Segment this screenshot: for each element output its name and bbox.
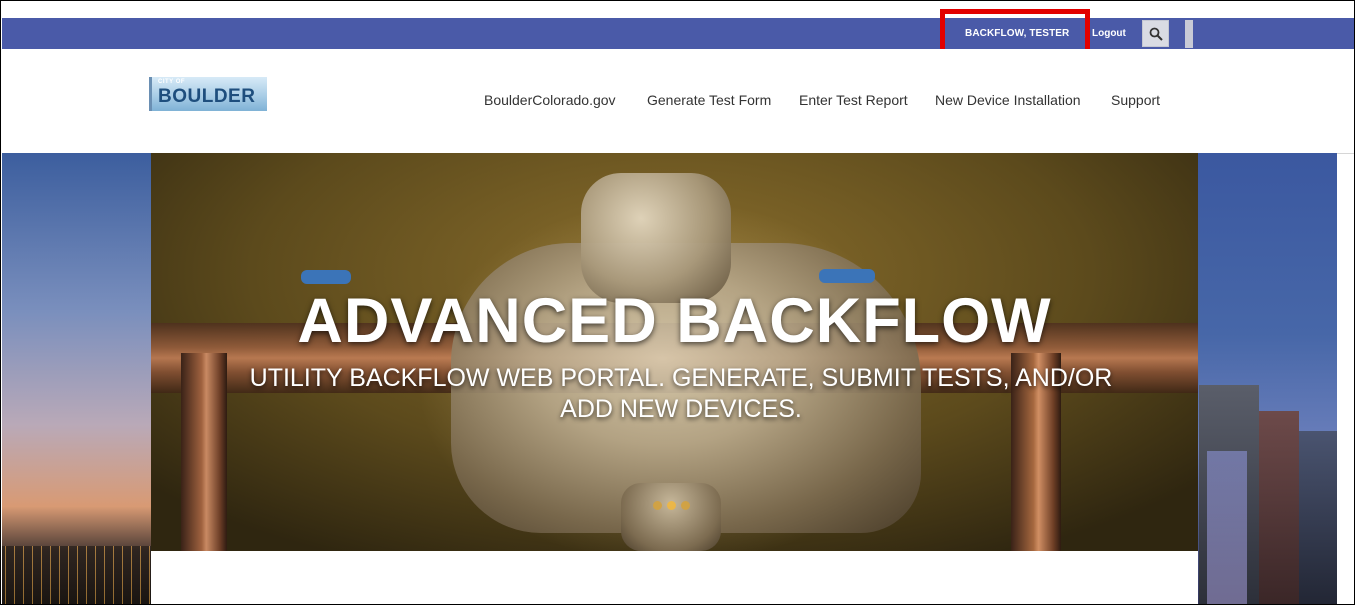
search-button[interactable] (1142, 20, 1169, 47)
nav-new-device-installation[interactable]: New Device Installation (935, 92, 1081, 108)
logo-city-of-text: CITY OF (158, 79, 186, 85)
background-building (1299, 431, 1337, 604)
nav-bouldercolorado-gov[interactable]: BoulderColorado.gov (484, 92, 616, 108)
hero-image-valve-handle (819, 269, 875, 283)
hero-image-pipe (181, 353, 227, 551)
carousel-indicators (653, 501, 690, 510)
nav-enter-test-report[interactable]: Enter Test Report (799, 92, 908, 108)
nav-support[interactable]: Support (1111, 92, 1160, 108)
nav-generate-test-form[interactable]: Generate Test Form (647, 92, 771, 108)
city-of-boulder-logo[interactable]: CITY OF BOULDER (149, 77, 267, 111)
search-icon (1149, 27, 1163, 41)
page-content-area (151, 551, 1198, 604)
browser-viewport: BACKFLOW, TESTER Logout CITY OF BOULDER … (0, 0, 1355, 605)
logout-link[interactable]: Logout (1092, 28, 1126, 39)
carousel-dot[interactable] (653, 501, 662, 510)
hero-image-valve-top (581, 173, 731, 303)
background-building (1259, 411, 1299, 604)
hero-image-valve-handle (301, 270, 351, 284)
hero-carousel[interactable]: ADVANCED BACKFLOW UTILITY BACKFLOW WEB P… (151, 153, 1198, 551)
utility-bar-divider (1185, 20, 1193, 48)
hero-subtitle: UTILITY BACKFLOW WEB PORTAL. GENERATE, S… (249, 364, 1113, 423)
hero-image-valve-bottom (621, 483, 721, 551)
background-building-lights (1207, 451, 1247, 604)
logo-boulder-text: BOULDER (158, 86, 256, 107)
background-city-sunset-image (2, 153, 152, 604)
carousel-dot-active[interactable] (667, 501, 676, 510)
carousel-dot[interactable] (681, 501, 690, 510)
hero-title: ADVANCED BACKFLOW (297, 286, 1052, 356)
